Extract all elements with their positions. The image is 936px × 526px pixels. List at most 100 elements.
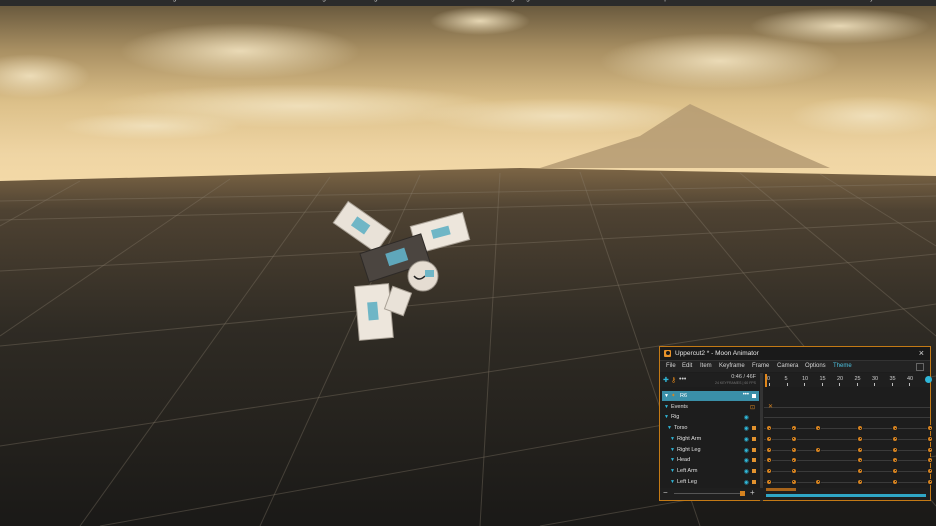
track-color-swatch[interactable] [752, 426, 756, 431]
keyframe[interactable] [815, 425, 821, 432]
tab-close-icon[interactable]: × [271, 0, 275, 2]
moon-animator-window[interactable]: Uppercut2 * - Moon Animator × File Edit It… [659, 346, 933, 501]
tab-close-icon[interactable]: × [702, 0, 706, 2]
tab-close-icon[interactable]: × [839, 0, 843, 2]
track-row-left-leg[interactable]: ▼ Left Leg ◉ [662, 477, 759, 487]
close-icon[interactable]: × [919, 348, 924, 358]
keyframe[interactable] [892, 425, 898, 432]
tab-close-icon[interactable]: × [750, 0, 754, 2]
menu-options[interactable]: Options [805, 363, 826, 369]
expand-arrow-icon[interactable]: ▼ [664, 404, 669, 410]
tab-close-icon[interactable]: × [129, 0, 133, 2]
keyframe[interactable] [815, 446, 821, 453]
keyframe[interactable] [790, 425, 797, 432]
keyframe[interactable] [790, 457, 797, 464]
track-color-swatch[interactable] [752, 447, 756, 452]
keyframe-tracks[interactable]: ✕ [764, 388, 933, 488]
scrub-handle-icon[interactable] [925, 376, 932, 383]
keyframe[interactable] [790, 467, 797, 474]
tab-close-icon[interactable]: × [424, 0, 428, 2]
tab-close-icon[interactable]: × [179, 0, 183, 2]
keyframe[interactable] [766, 425, 772, 432]
keyframe[interactable] [927, 446, 933, 453]
tab-close-icon[interactable]: × [229, 0, 233, 2]
timeline-ruler[interactable]: 0 5 10 15 20 25 30 35 40 [764, 373, 932, 387]
zoom-slider[interactable] [674, 493, 740, 494]
keyframe[interactable] [892, 435, 898, 442]
expand-arrow-icon[interactable]: ▼ [664, 414, 669, 420]
panel-divider[interactable] [760, 373, 763, 501]
keyframe[interactable] [766, 457, 772, 464]
keyframe[interactable] [892, 457, 898, 464]
visibility-eye-icon[interactable]: ◉ [744, 447, 749, 454]
menu-file[interactable]: File [666, 363, 676, 369]
keyframe[interactable] [857, 435, 863, 442]
more-options-icon[interactable]: ••• [679, 376, 686, 383]
track-row-head[interactable]: ▼ Head ◉ [662, 455, 759, 465]
expand-arrow-icon[interactable]: ▼ [667, 425, 672, 431]
expand-arrow-icon[interactable]: ▼ [670, 436, 675, 442]
keyframe[interactable] [927, 435, 933, 442]
zoom-in-icon[interactable]: + [750, 488, 755, 497]
tab-close-icon[interactable]: × [907, 0, 911, 2]
visibility-eye-icon[interactable]: ◉ [744, 457, 749, 464]
keyframe[interactable] [927, 467, 933, 474]
tab-close-icon[interactable]: × [622, 0, 626, 2]
keyframe[interactable] [766, 467, 772, 474]
tab-close-icon[interactable]: × [478, 0, 482, 2]
track-row-rig[interactable]: ▼ Rig ◉ [662, 412, 759, 422]
track-row-right-leg[interactable]: ▼ Right Leg ◉ [662, 445, 759, 455]
selected-rig-item[interactable]: ▼ ✦ R6 ••• [662, 391, 759, 401]
visibility-eye-icon[interactable]: ◉ [744, 468, 749, 475]
menu-item[interactable]: Item [700, 363, 712, 369]
track-color-swatch[interactable] [752, 468, 756, 473]
tab-close-icon[interactable]: × [44, 0, 48, 2]
keyframe[interactable] [766, 478, 772, 485]
visibility-eye-icon[interactable]: ◉ [744, 479, 749, 486]
keyframe[interactable] [892, 446, 898, 453]
window-toggle-icon[interactable] [916, 363, 924, 371]
tab-close-icon[interactable]: × [563, 0, 567, 2]
expand-arrow-icon[interactable]: ▼ [670, 457, 675, 463]
keyframe[interactable] [857, 467, 863, 474]
menu-frame[interactable]: Frame [752, 363, 769, 369]
timeline-range-bar[interactable] [766, 488, 796, 491]
zoom-out-icon[interactable]: − [663, 488, 668, 497]
track-color-swatch[interactable] [752, 479, 756, 484]
animator-titlebar[interactable]: Uppercut2 * - Moon Animator × [660, 347, 930, 361]
keyframe[interactable] [857, 457, 863, 464]
visibility-eye-icon[interactable]: ◉ [744, 436, 749, 443]
keyframe[interactable] [857, 478, 863, 485]
keyframe[interactable] [892, 478, 898, 485]
menu-theme[interactable]: Theme [833, 363, 852, 369]
menu-keyframe[interactable]: Keyframe [719, 363, 745, 369]
track-row-left-arm[interactable]: ▼ Left Arm ◉ [662, 466, 759, 476]
expand-arrow-icon[interactable]: ▼ [670, 479, 675, 485]
tab-close-icon[interactable]: × [381, 0, 385, 2]
keyframe[interactable] [790, 478, 797, 485]
keyframe[interactable] [892, 467, 898, 474]
track-row-events[interactable]: ▼ Events ⊡ [662, 402, 759, 412]
keyframe[interactable] [790, 435, 797, 442]
item-visibility-toggle[interactable] [752, 394, 756, 398]
keyframe[interactable] [857, 446, 863, 453]
expand-arrow-icon[interactable]: ▼ [670, 447, 675, 453]
event-marker[interactable]: ✕ [768, 403, 773, 410]
keyframe[interactable] [790, 446, 797, 453]
track-color-swatch[interactable] [752, 458, 756, 463]
track-color-swatch[interactable] [752, 436, 756, 441]
track-row-torso[interactable]: ▼ Torso ◉ [662, 423, 759, 433]
playhead[interactable] [765, 374, 767, 387]
keyframe[interactable] [766, 446, 772, 453]
keyframe[interactable] [766, 435, 772, 442]
collapse-arrow-icon[interactable]: ▼ [664, 393, 669, 399]
timeline-scrollbar[interactable] [766, 494, 926, 497]
track-row-right-arm[interactable]: ▼ Right Arm ◉ [662, 434, 759, 444]
tab-close-icon[interactable]: × [329, 0, 333, 2]
add-event-icon[interactable]: ⊡ [750, 404, 755, 411]
keyframe[interactable] [815, 478, 821, 485]
zoom-slider-knob[interactable] [740, 491, 745, 496]
menu-edit[interactable]: Edit [682, 363, 692, 369]
keyframe[interactable] [927, 478, 933, 485]
keyframe[interactable] [857, 425, 863, 432]
